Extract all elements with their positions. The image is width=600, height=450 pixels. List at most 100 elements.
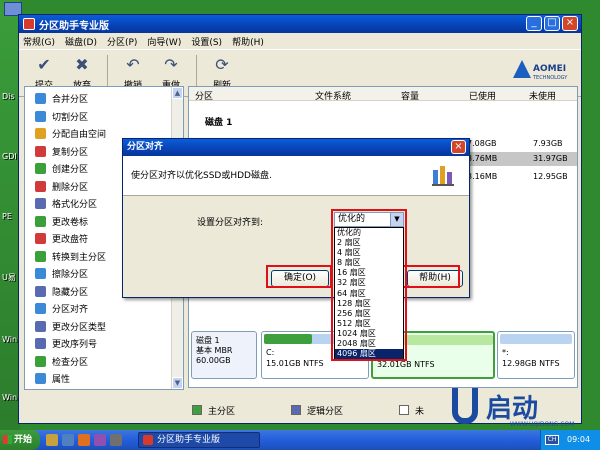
operation-label: 隐藏分区	[52, 287, 89, 298]
desktop-label: Dis	[2, 92, 15, 101]
start-button[interactable]: 开始	[0, 430, 40, 450]
partition-block-star[interactable]: *: 12.98GB NTFS	[497, 331, 575, 379]
desktop-strip: Dis GDI PE U易 Win Win	[0, 0, 22, 430]
clock: 09:04	[567, 435, 591, 444]
usage-fill	[264, 334, 312, 344]
disk-name: 磁盘 1	[196, 336, 220, 345]
scroll-up-icon[interactable]: ▲	[172, 87, 183, 99]
operation-icon	[35, 320, 46, 332]
unused-cell: 12.95GB	[533, 172, 568, 181]
quicklaunch-icon[interactable]	[78, 434, 90, 446]
menu-bar: 常规(G) 磁盘(D) 分区(P) 向导(W) 设置(S) 帮助(H)	[19, 33, 581, 49]
operation-icon	[35, 110, 46, 122]
operation-icon	[35, 180, 46, 192]
close-button[interactable]: ×	[562, 16, 578, 31]
operation-item[interactable]: 分区对齐	[25, 300, 171, 318]
operation-label: 格式化分区	[52, 200, 98, 211]
disk-info-box[interactable]: 磁盘 1 基本 MBR 60.00GB	[191, 331, 257, 379]
operation-label: 删除分区	[52, 182, 89, 193]
operation-icon	[35, 373, 46, 385]
col-used[interactable]: 已使用	[469, 89, 496, 102]
unallocated-swatch	[399, 405, 410, 415]
operation-icon	[35, 215, 46, 227]
operation-icon	[35, 198, 46, 210]
quicklaunch-icon[interactable]	[94, 434, 106, 446]
operation-icon	[35, 93, 46, 105]
operation-label: 更改盘符	[52, 235, 89, 246]
windows-flag-icon	[3, 435, 12, 444]
desktop-label: Win	[2, 335, 18, 344]
operation-item[interactable]: 更改序列号	[25, 335, 171, 353]
operation-label: 合并分区	[52, 95, 89, 106]
col-filesystem[interactable]: 文件系统	[315, 89, 351, 102]
check-icon: ✔	[37, 54, 51, 74]
uqidong-watermark: 启动 WWW.UQIDONG.COM	[452, 388, 597, 430]
operation-label: 转换到主分区	[52, 252, 107, 263]
operation-item[interactable]: 合并分区	[25, 90, 171, 108]
legend-unallocated: 未	[415, 406, 425, 417]
dialog-title[interactable]: 分区对齐	[123, 139, 469, 156]
discard-icon: ✖	[75, 54, 89, 74]
language-indicator[interactable]: CH	[545, 435, 559, 445]
legend-primary: 主分区	[208, 406, 236, 417]
partition-info: 12.98GB NTFS	[502, 359, 560, 368]
operation-label: 检查分区	[52, 357, 89, 368]
operation-item[interactable]: 属性	[25, 370, 171, 388]
menu-wizard[interactable]: 向导(W)	[147, 35, 181, 48]
unused-cell: 7.93GB	[533, 139, 563, 148]
disk-size: 60.00GB	[196, 356, 231, 365]
operation-item[interactable]: 更改分区类型	[25, 318, 171, 336]
col-capacity[interactable]: 容量	[401, 89, 419, 102]
logo-name: AOMEI	[533, 64, 567, 74]
logo-mark-icon	[513, 60, 531, 78]
desktop-label: PE	[2, 212, 12, 221]
disk-row-label[interactable]: 磁盘 1	[205, 115, 232, 128]
col-unused[interactable]: 未使用	[529, 89, 556, 102]
aomei-logo: AOMEI TECHNOLOGY	[513, 56, 573, 90]
brand-url: WWW.UQIDONG.COM	[510, 421, 575, 428]
used-cell: 3.16MB	[467, 172, 498, 181]
menu-settings[interactable]: 设置(S)	[191, 35, 222, 48]
dialog-description: 使分区对齐以优化SSD或HDD磁盘.	[131, 171, 272, 181]
dialog-description-panel: 使分区对齐以优化SSD或HDD磁盘.	[123, 156, 469, 196]
scroll-down-icon[interactable]: ▼	[172, 377, 183, 389]
legend: 主分区 逻辑分区 未	[192, 403, 492, 417]
partition-letter: *:	[502, 348, 509, 357]
maximize-button[interactable]: □	[544, 16, 560, 31]
operation-item[interactable]: 检查分区	[25, 353, 171, 371]
system-tray: CH 09:04	[540, 430, 600, 450]
app-icon	[23, 18, 35, 30]
minimize-button[interactable]: _	[526, 16, 542, 31]
logo-sub: TECHNOLOGY	[533, 75, 568, 81]
menu-disk[interactable]: 磁盘(D)	[65, 35, 97, 48]
quicklaunch-icon[interactable]	[110, 434, 122, 446]
menu-help[interactable]: 帮助(H)	[232, 35, 264, 48]
column-header: 分区 文件系统 容量 已使用 未使用	[189, 87, 577, 102]
operation-icon	[35, 163, 46, 175]
brand-u-icon	[452, 388, 478, 424]
operation-label: 更改卷标	[52, 217, 89, 228]
alignment-label: 设置分区对齐到:	[197, 218, 264, 228]
dialog-close-button[interactable]: ×	[451, 140, 466, 154]
desktop-label: Win	[2, 393, 18, 402]
operation-icon	[35, 128, 46, 140]
usage-bar	[500, 334, 572, 344]
operation-icon	[35, 338, 46, 350]
operation-label: 属性	[52, 375, 71, 386]
operation-item[interactable]: 切割分区	[25, 108, 171, 126]
operation-label: 擦除分区	[52, 270, 89, 281]
operation-icon	[35, 285, 46, 297]
quicklaunch-icon[interactable]	[46, 434, 58, 446]
menu-general[interactable]: 常规(G)	[23, 35, 55, 48]
operation-label: 创建分区	[52, 165, 89, 176]
col-partition[interactable]: 分区	[195, 89, 213, 102]
operation-label: 复制分区	[52, 147, 89, 158]
used-cell: 3.76MB	[467, 154, 498, 163]
disk-type: 基本 MBR	[196, 346, 233, 355]
quicklaunch-icon[interactable]	[62, 434, 74, 446]
taskbar-app-button[interactable]: 分区助手专业版	[138, 432, 260, 448]
operation-icon	[35, 268, 46, 280]
menu-partition[interactable]: 分区(P)	[107, 35, 137, 48]
operation-label: 分配自由空间	[52, 130, 107, 141]
window-titlebar[interactable]: 分区助手专业版 _ □ ×	[19, 15, 581, 33]
